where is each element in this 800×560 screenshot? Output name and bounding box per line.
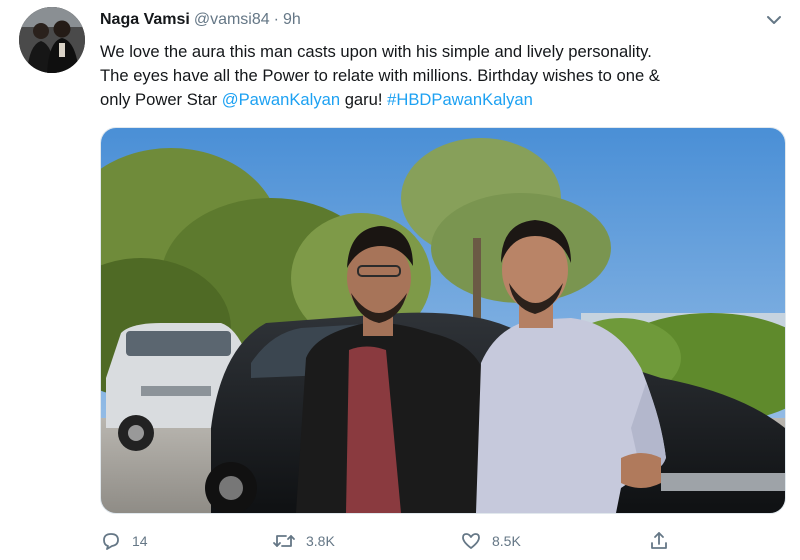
hashtag-link[interactable]: #HBDPawanKalyan [387,90,533,109]
retweet-count: 3.8K [306,533,335,549]
tweet-header: Naga Vamsi @vamsi84 · 9h [100,10,301,30]
tweet-text: We love the aura this man casts upon wit… [100,40,790,112]
tweet-text-line: The eyes have all the Power to relate wi… [100,66,660,85]
like-button[interactable]: 8.5K [460,526,521,556]
reply-count: 14 [132,533,148,549]
share-button[interactable] [648,526,670,556]
tweet[interactable]: Naga Vamsi @vamsi84 · 9h We love the aura t… [0,0,800,560]
tweet-text-fragment: only Power Star [100,90,222,109]
author-name[interactable]: Naga Vamsi [100,11,190,28]
tweet-timestamp[interactable]: 9h [283,11,301,28]
tweet-text-line: only Power Star @PawanKalyan garu! #HBDP… [100,88,790,112]
reply-button[interactable]: 14 [100,526,148,556]
tweet-actions: 14 3.8K 8.5K [100,526,700,556]
retweet-button[interactable]: 3.8K [272,526,335,556]
share-icon [648,530,670,552]
retweet-icon [272,530,296,552]
like-count: 8.5K [492,533,521,549]
tweet-text-fragment: garu! [340,90,388,109]
tweet-photo[interactable] [100,127,786,514]
reply-icon [100,530,122,552]
author-handle[interactable]: @vamsi84 [194,11,270,28]
avatar-image [19,7,85,73]
chevron-down-icon[interactable] [765,12,783,28]
tweet-text-line: We love the aura this man casts upon wit… [100,42,652,61]
separator-dot: · [273,11,279,28]
heart-icon [460,530,482,552]
mention-link[interactable]: @PawanKalyan [222,90,340,109]
avatar[interactable] [19,7,85,73]
photo-image [101,128,785,513]
